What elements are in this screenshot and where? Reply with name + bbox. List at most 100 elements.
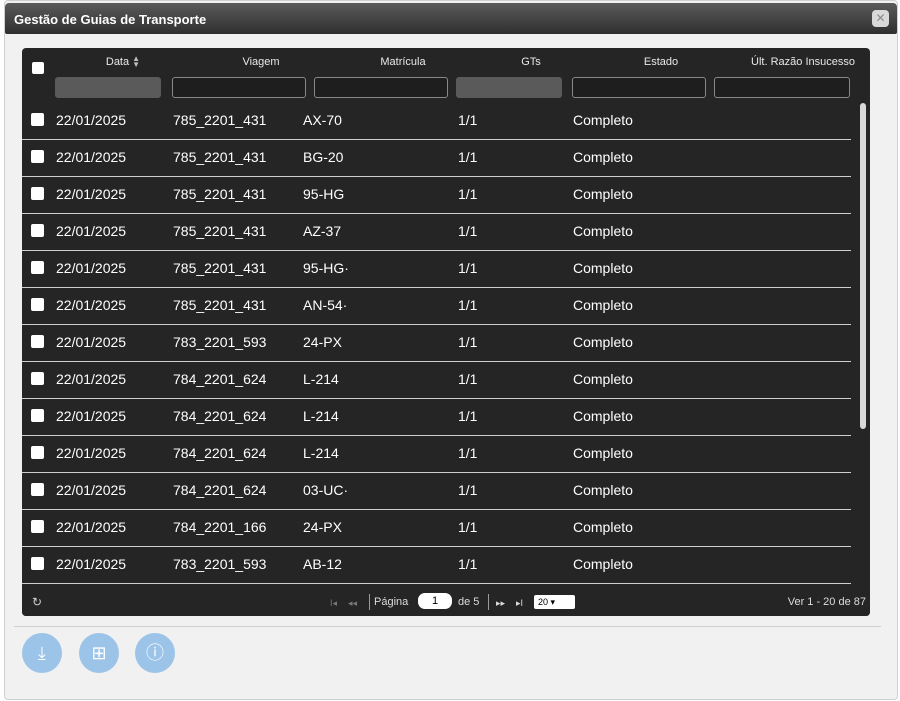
row-checkbox[interactable] <box>31 372 44 385</box>
cell-data: 22/01/2025 <box>56 186 127 202</box>
cell-viagem: 784_2201_624 <box>173 408 267 424</box>
column-header-viagem[interactable]: Viagem <box>194 56 328 68</box>
cell-estado: Completo <box>573 408 633 424</box>
cell-matricula: L-214 <box>303 445 339 461</box>
cell-estado: Completo <box>573 149 633 165</box>
cell-viagem: 785_2201_431 <box>173 260 267 276</box>
cell-gts: 1/1 <box>458 334 478 350</box>
filter-gts <box>456 77 562 98</box>
filter-data <box>55 77 161 98</box>
column-header-gts[interactable]: GTs <box>478 56 584 68</box>
table-row[interactable]: 22/01/2025 783_2201_593 AB-12 1/1 Completo <box>22 547 851 584</box>
cell-estado: Completo <box>573 519 633 535</box>
table-row[interactable]: 22/01/2025 785_2201_431 AN-54· 1/1 Completo <box>22 288 851 325</box>
dialog-title: Gestão de Guias de Transporte <box>14 12 207 27</box>
cell-estado: Completo <box>573 482 633 498</box>
cell-data: 22/01/2025 <box>56 334 127 350</box>
table-row[interactable]: 22/01/2025 784_2201_166 24-PX 1/1 Completo <box>22 510 851 547</box>
table-row[interactable]: 22/01/2025 783_2201_593 24-PX 1/1 Completo <box>22 325 851 362</box>
pager-separator <box>369 594 370 610</box>
close-icon[interactable]: ✕ <box>872 10 889 27</box>
row-checkbox[interactable] <box>31 298 44 311</box>
cell-gts: 1/1 <box>458 149 478 165</box>
cell-matricula: AX-70 <box>303 112 342 128</box>
sort-icon: ▲ ▼ <box>132 54 141 70</box>
first-page-icon[interactable]: I◂ <box>330 598 337 609</box>
cell-matricula: 24-PX <box>303 519 342 535</box>
column-header-estado[interactable]: Estado <box>594 56 728 68</box>
pager-separator <box>488 594 489 610</box>
table-row[interactable]: 22/01/2025 785_2201_431 BG-20 1/1 Completo <box>22 140 851 177</box>
table-row[interactable]: 22/01/2025 784_2201_624 L-214 1/1 Completo <box>22 436 851 473</box>
table-row[interactable]: 22/01/2025 784_2201_624 03-UC· 1/1 Completo <box>22 473 851 510</box>
prev-page-icon[interactable]: ◂◂ <box>348 598 357 609</box>
page-count: de 5 <box>458 596 480 608</box>
row-checkbox[interactable] <box>31 187 44 200</box>
filter-matricula[interactable] <box>314 77 448 98</box>
cell-data: 22/01/2025 <box>56 482 127 498</box>
row-checkbox[interactable] <box>31 150 44 163</box>
table-row[interactable]: 22/01/2025 784_2201_624 L-214 1/1 Completo <box>22 399 851 436</box>
page-label: Página <box>374 596 409 608</box>
download-icon[interactable]: ⤓ <box>22 633 62 673</box>
cell-data: 22/01/2025 <box>56 112 127 128</box>
vertical-scrollbar[interactable] <box>860 103 866 429</box>
table-row[interactable]: 22/01/2025 784_2201_624 L-214 1/1 Completo <box>22 362 851 399</box>
filter-ult-razao[interactable] <box>714 77 850 98</box>
pager: ↻ I◂ ◂◂ Página 1 de 5 ▸▸ ▸I 20 ▾ Ver 1 -… <box>22 590 870 616</box>
select-all-checkbox[interactable] <box>32 62 44 74</box>
row-checkbox[interactable] <box>31 409 44 422</box>
add-document-icon[interactable]: ⊞ <box>79 633 119 673</box>
row-checkbox[interactable] <box>31 483 44 496</box>
filter-estado[interactable] <box>572 77 706 98</box>
cell-matricula: L-214 <box>303 371 339 387</box>
next-page-icon[interactable]: ▸▸ <box>496 598 505 609</box>
table-row[interactable]: 22/01/2025 785_2201_431 AZ-37 1/1 Completo <box>22 214 851 251</box>
cell-viagem: 785_2201_431 <box>173 149 267 165</box>
refresh-icon[interactable]: ↻ <box>32 595 42 609</box>
info-icon[interactable]: ⓘ <box>135 633 175 673</box>
cell-estado: Completo <box>573 371 633 387</box>
cell-estado: Completo <box>573 112 633 128</box>
last-page-icon[interactable]: ▸I <box>516 598 523 609</box>
cell-matricula: 95-HG <box>303 186 345 202</box>
cell-gts: 1/1 <box>458 482 478 498</box>
row-checkbox[interactable] <box>31 557 44 570</box>
row-checkbox[interactable] <box>31 113 44 126</box>
cell-estado: Completo <box>573 297 633 313</box>
cell-estado: Completo <box>573 223 633 239</box>
table-row[interactable]: 22/01/2025 785_2201_431 95-HG 1/1 Completo <box>22 177 851 214</box>
cell-viagem: 784_2201_624 <box>173 482 267 498</box>
page-size-select[interactable]: 20 ▾ <box>534 595 575 609</box>
column-header-data[interactable]: Data ▲ ▼ <box>78 54 168 70</box>
cell-data: 22/01/2025 <box>56 260 127 276</box>
row-checkbox[interactable] <box>31 520 44 533</box>
filter-viagem[interactable] <box>172 77 306 98</box>
footer-divider <box>14 626 881 627</box>
cell-gts: 1/1 <box>458 519 478 535</box>
row-checkbox[interactable] <box>31 446 44 459</box>
table-row[interactable]: 22/01/2025 785_2201_431 AX-70 1/1 Completo <box>22 103 851 140</box>
cell-viagem: 785_2201_431 <box>173 223 267 239</box>
row-checkbox[interactable] <box>31 261 44 274</box>
cell-viagem: 784_2201_166 <box>173 519 267 535</box>
column-header-matricula[interactable]: Matrícula <box>336 56 470 68</box>
transport-guides-grid: Data ▲ ▼ Viagem Matrícula GTs Estado Últ. … <box>22 48 870 616</box>
cell-gts: 1/1 <box>458 297 478 313</box>
cell-matricula: AB-12 <box>303 556 342 572</box>
column-header-ult-razao[interactable]: Últ. Razão Insucesso <box>736 56 870 68</box>
chevron-down-icon: ▾ <box>550 597 556 607</box>
cell-matricula: BG-20 <box>303 149 344 165</box>
cell-gts: 1/1 <box>458 260 478 276</box>
cell-matricula: 03-UC· <box>303 482 349 498</box>
cell-data: 22/01/2025 <box>56 149 127 165</box>
cell-data: 22/01/2025 <box>56 445 127 461</box>
row-checkbox[interactable] <box>31 224 44 237</box>
cell-matricula: AZ-37 <box>303 223 342 239</box>
row-checkbox[interactable] <box>31 335 44 348</box>
cell-estado: Completo <box>573 556 633 572</box>
page-input[interactable]: 1 <box>418 593 452 609</box>
cell-estado: Completo <box>573 260 633 276</box>
table-row[interactable]: 22/01/2025 785_2201_431 95-HG· 1/1 Completo <box>22 251 851 288</box>
cell-gts: 1/1 <box>458 112 478 128</box>
